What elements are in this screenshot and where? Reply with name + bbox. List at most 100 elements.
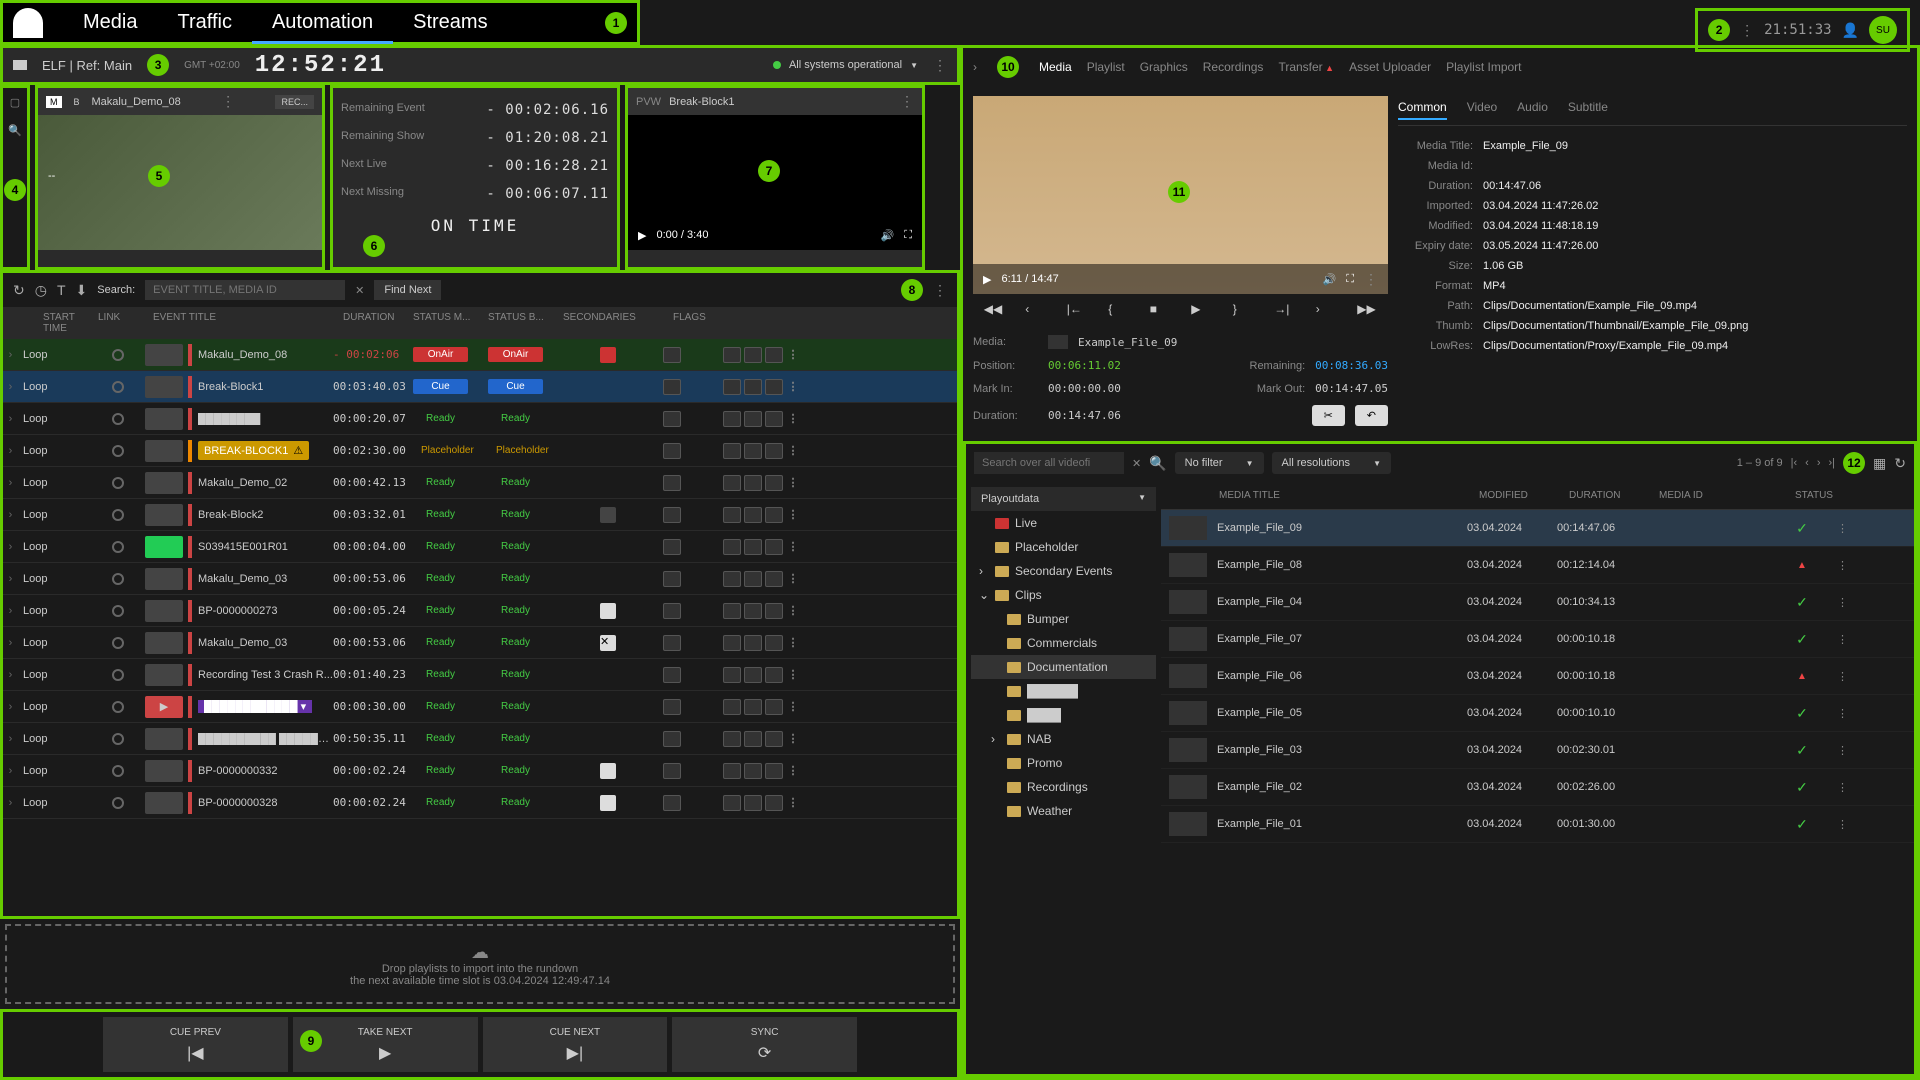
chevron-right-icon[interactable]: › — [973, 60, 977, 74]
file-row[interactable]: Example_File_07 03.04.2024 00:00:10.18 ✓… — [1161, 621, 1914, 658]
rundown-menu-icon[interactable]: ⋮ — [933, 282, 947, 299]
flag-icon[interactable] — [765, 603, 783, 619]
right-tab-asset-uploader[interactable]: Asset Uploader — [1349, 60, 1431, 74]
meta-tab-subtitle[interactable]: Subtitle — [1568, 96, 1608, 120]
tree-item[interactable]: Live — [971, 511, 1156, 535]
tree-item[interactable]: Documentation — [971, 655, 1156, 679]
bracket-right-icon[interactable]: } — [1233, 302, 1253, 322]
flag-icon[interactable] — [663, 475, 681, 491]
flag-icon[interactable] — [723, 635, 741, 651]
bracket-left-icon[interactable]: { — [1108, 302, 1128, 322]
rundown-row[interactable]: › Loop S039415E001R01 00:00:04.00 Ready … — [3, 531, 957, 563]
expand-icon[interactable]: › — [979, 564, 989, 578]
flag-icon[interactable] — [663, 571, 681, 587]
flag-icon[interactable] — [723, 443, 741, 459]
file-menu-icon[interactable]: ⋮ — [1837, 633, 1848, 646]
file-menu-icon[interactable]: ⋮ — [1837, 818, 1848, 831]
right-tab-recordings[interactable]: Recordings — [1203, 60, 1264, 74]
right-tab-media[interactable]: Media — [1039, 60, 1072, 74]
nav-media[interactable]: Media — [63, 3, 157, 41]
rundown-row[interactable]: › Loop ▶ ████████████ ▾ 00:00:30.00 Read… — [3, 691, 957, 723]
file-row[interactable]: Example_File_04 03.04.2024 00:10:34.13 ✓… — [1161, 584, 1914, 621]
file-row[interactable]: Example_File_05 03.04.2024 00:00:10.10 ✓… — [1161, 695, 1914, 732]
page-last-icon[interactable]: ›| — [1829, 457, 1836, 469]
flag-icon[interactable] — [744, 731, 762, 747]
row-menu-icon[interactable]: ⋮ — [783, 636, 803, 649]
link-indicator[interactable] — [90, 701, 145, 713]
flag-icon[interactable] — [723, 763, 741, 779]
flag-icon[interactable] — [723, 507, 741, 523]
download-icon[interactable]: ⬇ — [76, 282, 88, 299]
clock-icon[interactable]: ◷ — [35, 282, 47, 299]
expand-icon[interactable]: › — [3, 605, 18, 617]
row-menu-icon[interactable]: ⋮ — [783, 796, 803, 809]
flag-icon[interactable] — [765, 795, 783, 811]
expand-icon[interactable]: › — [3, 573, 18, 585]
flag-icon[interactable] — [765, 475, 783, 491]
rundown-row[interactable]: › Loop Makalu_Demo_03 00:00:53.06 Ready … — [3, 627, 957, 659]
right-tab-playlist-import[interactable]: Playlist Import — [1446, 60, 1521, 74]
expand-icon[interactable]: › — [3, 701, 18, 713]
flag-icon[interactable] — [765, 507, 783, 523]
video-menu-icon[interactable]: ⋮ — [1364, 271, 1378, 288]
flag-icon[interactable] — [723, 539, 741, 555]
link-indicator[interactable] — [90, 381, 145, 393]
expand-icon[interactable]: › — [3, 637, 18, 649]
page-prev-icon[interactable]: ‹ — [1805, 457, 1809, 469]
file-menu-icon[interactable]: ⋮ — [1837, 670, 1848, 683]
row-menu-icon[interactable]: ⋮ — [783, 380, 803, 393]
filter-select[interactable]: No filter ▼ — [1175, 452, 1264, 474]
expand-icon[interactable]: › — [3, 509, 18, 521]
rundown-row[interactable]: › Loop Makalu_Demo_03 00:00:53.06 Ready … — [3, 563, 957, 595]
link-indicator[interactable] — [90, 637, 145, 649]
pvw-video[interactable]: 7 ▶ 0:00 / 3:40 🔊 ⛶ — [628, 115, 922, 250]
file-row[interactable]: Example_File_08 03.04.2024 00:12:14.04 ▲… — [1161, 547, 1914, 584]
grid-view-icon[interactable]: ▦ — [1873, 455, 1886, 472]
expand-icon[interactable]: › — [3, 733, 18, 745]
prev-icon[interactable]: ‹ — [1025, 302, 1045, 322]
rundown-row[interactable]: › Loop Break-Block1 00:03:40.03 Cue Cue … — [3, 371, 957, 403]
file-menu-icon[interactable]: ⋮ — [1837, 559, 1848, 572]
col-modified[interactable]: MODIFIED — [1479, 490, 1569, 501]
flag-icon[interactable] — [744, 539, 762, 555]
mark-out-go-icon[interactable]: →| — [1274, 302, 1294, 322]
nav-automation[interactable]: Automation — [252, 3, 393, 44]
flag-icon[interactable] — [765, 635, 783, 651]
file-menu-icon[interactable]: ⋮ — [1837, 707, 1848, 720]
play-icon[interactable]: ▶ — [638, 229, 646, 242]
flag-icon[interactable] — [744, 443, 762, 459]
expand-icon[interactable]: ⌄ — [979, 588, 989, 602]
flag-icon[interactable] — [744, 699, 762, 715]
col-status[interactable]: STATUS — [1779, 490, 1849, 501]
col-secondaries[interactable]: SECONDARIES — [563, 312, 673, 334]
link-indicator[interactable] — [90, 477, 145, 489]
rewind-fast-icon[interactable]: ◀◀ — [984, 302, 1004, 322]
clear-browser-search-icon[interactable]: ✕ — [1132, 457, 1141, 470]
flag-icon[interactable] — [663, 795, 681, 811]
expand-icon[interactable]: › — [3, 797, 18, 809]
row-menu-icon[interactable]: ⋮ — [783, 732, 803, 745]
flag-icon[interactable] — [744, 507, 762, 523]
col-statusb[interactable]: STATUS B... — [488, 312, 563, 334]
flag-icon[interactable] — [663, 763, 681, 779]
link-indicator[interactable] — [90, 413, 145, 425]
user-avatar[interactable]: SU — [1869, 16, 1897, 44]
flag-icon[interactable] — [744, 763, 762, 779]
flag-icon[interactable] — [765, 379, 783, 395]
user-profile-icon[interactable]: 👤 — [1842, 22, 1859, 39]
col-media-title[interactable]: MEDIA TITLE — [1219, 490, 1479, 501]
play-icon[interactable]: ▶ — [983, 273, 991, 286]
flag-icon[interactable] — [663, 731, 681, 747]
row-menu-icon[interactable]: ⋮ — [783, 572, 803, 585]
row-menu-icon[interactable]: ⋮ — [783, 348, 803, 361]
search-icon[interactable]: 🔍 — [6, 121, 24, 139]
row-menu-icon[interactable]: ⋮ — [783, 540, 803, 553]
rundown-row[interactable]: › Loop Makalu_Demo_08 - 00:02:06 OnAir O… — [3, 339, 957, 371]
rundown-row[interactable]: › Loop Break-Block2 00:03:32.01 Ready Re… — [3, 499, 957, 531]
status-menu-icon[interactable]: ⋮ — [933, 57, 947, 74]
flag-icon[interactable] — [765, 763, 783, 779]
rundown-row[interactable]: › Loop Recording Test 3 Crash R... 00:01… — [3, 659, 957, 691]
col-duration[interactable]: DURATION — [343, 312, 413, 334]
tree-item[interactable]: ›NAB — [971, 727, 1156, 751]
row-menu-icon[interactable]: ⋮ — [783, 508, 803, 521]
